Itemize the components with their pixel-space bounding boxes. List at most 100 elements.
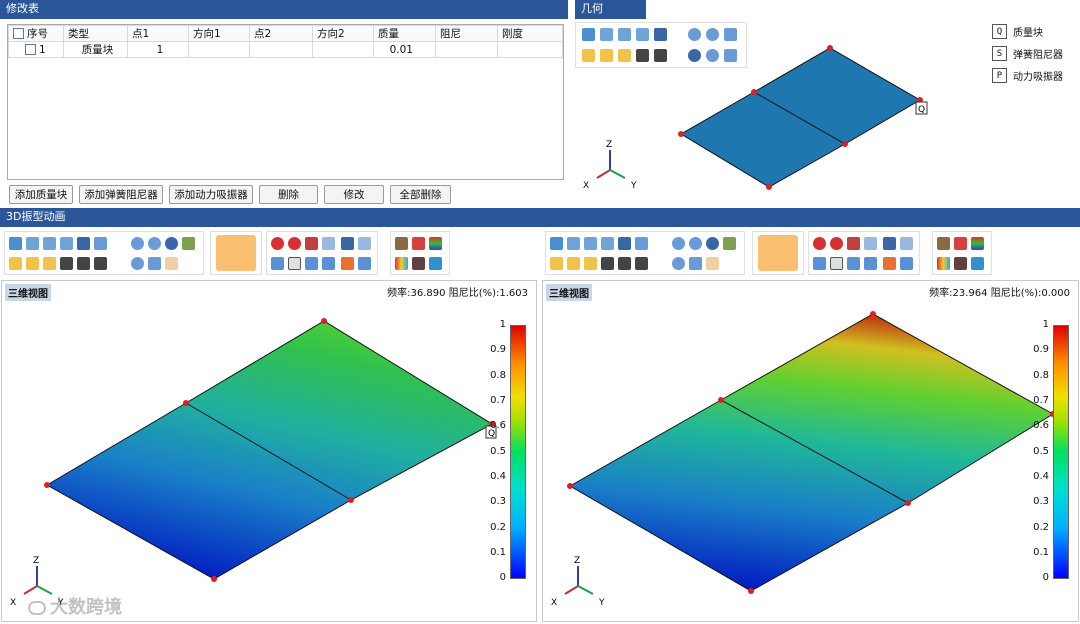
- geometry-node[interactable]: [766, 184, 772, 190]
- column-header-stiff[interactable]: 刚度: [497, 25, 563, 42]
- right-node[interactable]: [905, 500, 911, 506]
- add-mass-button[interactable]: 添加质量块: [9, 185, 73, 204]
- view-iso-icon[interactable]: [550, 237, 563, 250]
- zoom-fit-icon[interactable]: [131, 257, 144, 270]
- add-spring-damper-button[interactable]: 添加弹簧阻尼器: [79, 185, 163, 204]
- cell-mass[interactable]: 0.01: [373, 41, 436, 58]
- record-icon[interactable]: [271, 237, 284, 250]
- speed-icon[interactable]: [358, 237, 371, 250]
- arrow-left-icon[interactable]: [864, 257, 877, 270]
- pause-icon[interactable]: [341, 237, 354, 250]
- rotate-icon[interactable]: [706, 237, 719, 250]
- view-iso-icon[interactable]: [9, 237, 22, 250]
- column-header-type[interactable]: 类型: [63, 25, 128, 42]
- pan-icon[interactable]: [635, 237, 648, 250]
- modify-button[interactable]: 修改: [324, 185, 384, 204]
- center-icon[interactable]: [341, 257, 354, 270]
- left-node[interactable]: [211, 576, 217, 582]
- table-row[interactable]: 1 质量块 1 0.01: [8, 41, 563, 58]
- show-faces-icon[interactable]: [584, 257, 597, 270]
- zoom-box-icon[interactable]: [689, 257, 702, 270]
- hand-icon[interactable]: [706, 257, 719, 270]
- element-label-icon[interactable]: [618, 257, 631, 270]
- cell-d2[interactable]: [312, 41, 374, 58]
- arrow-left-icon[interactable]: [322, 257, 335, 270]
- column-header-d1[interactable]: 方向1: [188, 25, 250, 42]
- geometry-plate[interactable]: [680, 47, 921, 188]
- cell-damp[interactable]: [435, 41, 498, 58]
- deformation-icon[interactable]: [937, 237, 950, 250]
- stop-icon[interactable]: [288, 237, 301, 250]
- arrow-up-icon[interactable]: [271, 257, 284, 270]
- column-header-p2[interactable]: 点2: [249, 25, 313, 42]
- hide-icon[interactable]: [94, 257, 107, 270]
- speed-icon[interactable]: [900, 237, 913, 250]
- hide-icon[interactable]: [635, 257, 648, 270]
- view-side-icon[interactable]: [43, 237, 56, 250]
- animation-play-icon[interactable]: [758, 235, 798, 271]
- palette-icon[interactable]: [395, 257, 408, 270]
- node-label-icon[interactable]: [601, 257, 614, 270]
- scale-arrow-icon[interactable]: [954, 237, 967, 250]
- axis-icon[interactable]: [723, 237, 736, 250]
- column-header-damp[interactable]: 阻尼: [435, 25, 498, 42]
- geometry-node[interactable]: [678, 131, 684, 137]
- geometry-node[interactable]: [842, 141, 848, 147]
- view-front-icon[interactable]: [26, 237, 39, 250]
- clip-icon[interactable]: [412, 257, 425, 270]
- show-nodes-icon[interactable]: [550, 257, 563, 270]
- grid-icon[interactable]: [618, 237, 631, 250]
- axis-icon[interactable]: [182, 237, 195, 250]
- row-checkbox[interactable]: [25, 43, 36, 55]
- delete-button[interactable]: 删除: [259, 185, 318, 204]
- cell-p1[interactable]: 1: [127, 41, 189, 58]
- column-header-d2[interactable]: 方向2: [312, 25, 374, 42]
- left-node[interactable]: [183, 400, 189, 406]
- value-box-icon[interactable]: [288, 257, 301, 270]
- arrow-down-icon[interactable]: [305, 257, 318, 270]
- hand-icon[interactable]: [165, 257, 178, 270]
- add-absorber-button[interactable]: 添加动力吸振器: [169, 185, 253, 204]
- record-icon[interactable]: [813, 237, 826, 250]
- animation-play-icon[interactable]: [216, 235, 256, 271]
- pause-icon[interactable]: [883, 237, 896, 250]
- right-node[interactable]: [870, 311, 876, 317]
- value-box-icon[interactable]: [830, 257, 843, 270]
- zoom-in-icon[interactable]: [131, 237, 144, 250]
- scale-arrow-icon[interactable]: [412, 237, 425, 250]
- arrow-right-icon[interactable]: [358, 257, 371, 270]
- geometry-node[interactable]: [827, 45, 833, 51]
- geometry-node[interactable]: [751, 89, 757, 95]
- zoom-out-icon[interactable]: [689, 237, 702, 250]
- select-all-checkbox[interactable]: [13, 28, 24, 39]
- grid-icon[interactable]: [77, 237, 90, 250]
- image-icon[interactable]: [971, 257, 984, 270]
- show-lines-icon[interactable]: [567, 257, 580, 270]
- stop-icon[interactable]: [830, 237, 843, 250]
- node-label-icon[interactable]: [60, 257, 73, 270]
- right-3d-viewport[interactable]: 三维视图 频率:23.964 阻尼比(%):0.000 Z X Y 1 0.9 …: [542, 280, 1079, 622]
- arrow-down-icon[interactable]: [847, 257, 860, 270]
- show-nodes-icon[interactable]: [9, 257, 22, 270]
- zoom-out-icon[interactable]: [148, 237, 161, 250]
- column-header-index[interactable]: 序号: [8, 25, 64, 42]
- center-icon[interactable]: [883, 257, 896, 270]
- clip-icon[interactable]: [954, 257, 967, 270]
- right-node[interactable]: [748, 588, 754, 594]
- left-node[interactable]: [348, 497, 354, 503]
- rotate-icon[interactable]: [165, 237, 178, 250]
- contour-icon[interactable]: [971, 237, 984, 250]
- view-top-icon[interactable]: [601, 237, 614, 250]
- pan-icon[interactable]: [94, 237, 107, 250]
- show-lines-icon[interactable]: [26, 257, 39, 270]
- view-top-icon[interactable]: [60, 237, 73, 250]
- right-node[interactable]: [718, 397, 724, 403]
- view-side-icon[interactable]: [584, 237, 597, 250]
- left-plate[interactable]: [45, 320, 494, 580]
- delete-all-button[interactable]: 全部删除: [390, 185, 451, 204]
- loop-icon[interactable]: [322, 237, 335, 250]
- palette-icon[interactable]: [937, 257, 950, 270]
- image-icon[interactable]: [429, 257, 442, 270]
- right-plate[interactable]: [568, 313, 1054, 592]
- cell-type[interactable]: 质量块: [63, 41, 128, 58]
